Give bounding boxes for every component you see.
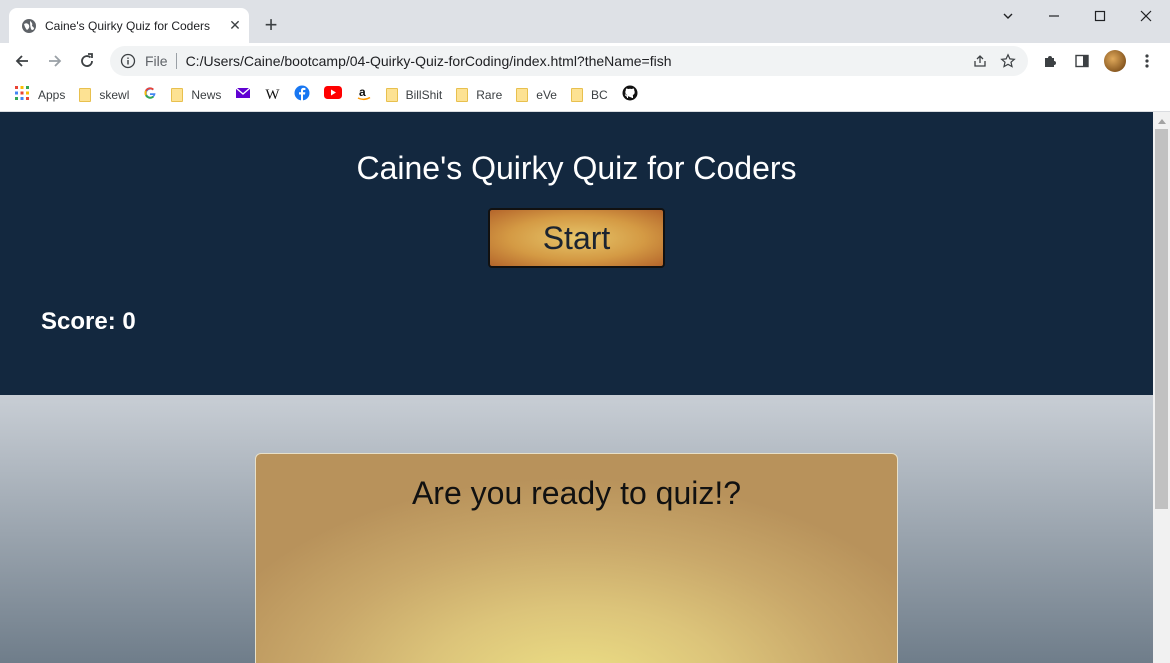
- page-scrollbar[interactable]: [1153, 112, 1170, 663]
- browser-toolbar: File C:/Users/Caine/bootcamp/04-Quirky-Q…: [0, 43, 1170, 79]
- apps-grid-icon: [14, 85, 30, 106]
- folder-icon: [456, 88, 469, 102]
- back-arrow-icon[interactable]: [8, 47, 36, 75]
- quiz-prompt: Are you ready to quiz!?: [411, 475, 742, 511]
- folder-icon: [570, 88, 583, 102]
- address-separator: [175, 53, 177, 69]
- bookmark-eve[interactable]: eVe: [516, 83, 557, 107]
- scroll-up-arrow-icon[interactable]: [1153, 112, 1170, 129]
- minimize-icon[interactable]: [1031, 0, 1077, 32]
- site-info-icon[interactable]: [120, 53, 136, 69]
- facebook-icon: [294, 85, 310, 106]
- globe-icon: [21, 18, 37, 34]
- bookmark-label: Apps: [38, 88, 66, 102]
- bookmark-wikipedia[interactable]: W: [265, 83, 279, 107]
- bookmark-bc[interactable]: BC: [570, 83, 608, 107]
- bookmark-label: skewl: [99, 88, 130, 102]
- bookmark-label: BC: [590, 88, 608, 102]
- tab-title: Caine's Quirky Quiz for Coders: [45, 18, 211, 33]
- google-icon: [143, 86, 157, 105]
- page-title: Caine's Quirky Quiz for Coders: [356, 150, 797, 186]
- bookmark-star-icon[interactable]: [994, 47, 1022, 75]
- svg-text:a: a: [359, 85, 366, 99]
- bookmark-skewl[interactable]: skewl: [79, 83, 129, 107]
- profile-avatar[interactable]: [1101, 47, 1129, 75]
- amazon-icon: a: [356, 85, 372, 106]
- bookmark-label: eVe: [536, 88, 557, 102]
- folder-icon: [79, 88, 92, 102]
- bookmark-label: BillShit: [405, 88, 443, 102]
- folder-icon: [516, 88, 529, 102]
- bookmark-label: Rare: [476, 88, 503, 102]
- score-display: Score: 0: [41, 308, 136, 335]
- close-window-icon[interactable]: [1123, 0, 1169, 32]
- page-viewport: Caine's Quirky Quiz for Coders Start Sco…: [0, 112, 1153, 663]
- tab-search-chevron-icon[interactable]: [985, 0, 1031, 32]
- scroll-thumb[interactable]: [1155, 129, 1168, 509]
- bookmark-amazon[interactable]: a: [356, 83, 372, 107]
- bookmark-google[interactable]: [143, 83, 157, 107]
- github-icon: [622, 85, 638, 106]
- folder-icon: [171, 88, 184, 102]
- bookmark-youtube[interactable]: [323, 83, 342, 107]
- bookmark-rare[interactable]: Rare: [456, 83, 502, 107]
- bookmark-mail[interactable]: [235, 83, 251, 107]
- bookmark-facebook[interactable]: [294, 83, 310, 107]
- folder-icon: [385, 88, 398, 102]
- quiz-card: Are you ready to quiz!?: [255, 453, 898, 663]
- maximize-icon[interactable]: [1077, 0, 1123, 32]
- new-tab-button[interactable]: +: [258, 12, 284, 38]
- side-panel-icon[interactable]: [1068, 47, 1096, 75]
- youtube-icon: [323, 86, 342, 104]
- scheme-label: File: [145, 53, 168, 69]
- wikipedia-icon: W: [265, 86, 280, 103]
- address-bar[interactable]: File C:/Users/Caine/bootcamp/04-Quirky-Q…: [110, 46, 1028, 76]
- avatar: [1104, 50, 1126, 72]
- address-url[interactable]: C:/Users/Caine/bootcamp/04-Quirky-Quiz-f…: [186, 53, 966, 69]
- close-tab-icon[interactable]: ✕: [221, 17, 249, 34]
- forward-arrow-icon[interactable]: [41, 47, 69, 75]
- share-icon[interactable]: [966, 47, 994, 75]
- bookmark-label: News: [191, 88, 222, 102]
- browser-tabstrip: Caine's Quirky Quiz for Coders ✕ +: [0, 0, 1170, 43]
- mail-icon: [235, 86, 251, 105]
- extensions-puzzle-icon[interactable]: [1036, 47, 1064, 75]
- bookmark-apps[interactable]: Apps: [14, 83, 65, 107]
- bookmark-github[interactable]: [622, 83, 638, 107]
- bookmark-billshit[interactable]: BillShit: [385, 83, 443, 107]
- reload-icon[interactable]: [73, 47, 101, 75]
- browser-tab[interactable]: Caine's Quirky Quiz for Coders ✕: [9, 8, 249, 43]
- bookmarks-bar: Apps skewl News W a BillShit Rare eVe BC: [0, 79, 1170, 112]
- bookmark-news[interactable]: News: [171, 83, 221, 107]
- quiz-header: Caine's Quirky Quiz for Coders Start Sco…: [0, 112, 1153, 395]
- start-button[interactable]: Start: [488, 208, 665, 268]
- menu-kebab-icon[interactable]: [1133, 47, 1161, 75]
